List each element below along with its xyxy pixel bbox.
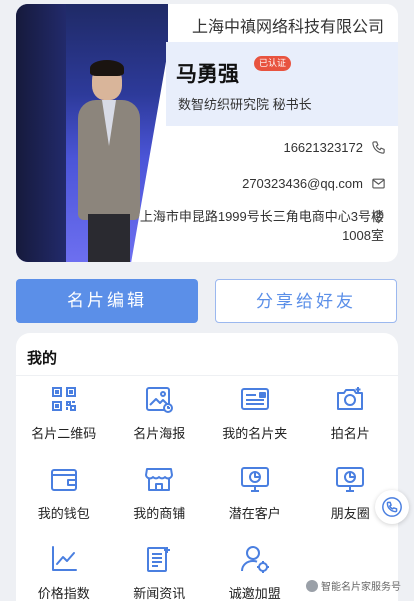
grid-item-scan-card[interactable]: 拍名片 bbox=[303, 383, 399, 443]
feature-grid: 名片二维码 名片海报 我的名片夹 拍名片 我的钱包 我的商铺 潜在客户 朋友圈 … bbox=[16, 383, 398, 601]
email-row[interactable]: 270323436@qq.com bbox=[242, 176, 386, 191]
phone-number: 16621323172 bbox=[283, 140, 363, 155]
divider bbox=[16, 375, 398, 376]
grid-item-label: 诚邀加盟 bbox=[228, 586, 281, 601]
grid-item-poster[interactable]: 名片海报 bbox=[112, 383, 208, 443]
mail-icon bbox=[372, 178, 385, 189]
news-icon bbox=[147, 547, 171, 572]
company-name: 上海中禛网络科技有限公司 bbox=[191, 19, 384, 36]
card-holder-icon bbox=[240, 388, 269, 410]
grid-item-label: 名片海报 bbox=[133, 426, 186, 441]
monitor-chart-icon bbox=[240, 467, 269, 492]
grid-item-wallet[interactable]: 我的钱包 bbox=[16, 463, 112, 523]
wechat-logo-icon bbox=[306, 579, 318, 592]
qr-code-icon bbox=[51, 387, 76, 411]
wallet-icon bbox=[50, 469, 77, 491]
grid-item-label: 朋友圈 bbox=[330, 506, 370, 521]
grid-item-label: 我的商铺 bbox=[133, 506, 186, 521]
phone-24h-icon bbox=[382, 497, 402, 517]
grid-item-qr-code[interactable]: 名片二维码 bbox=[16, 383, 112, 443]
grid-item-label: 我的名片夹 bbox=[222, 426, 288, 441]
email-address: 270323436@qq.com bbox=[242, 176, 363, 191]
watermark: 智能名片家服务号 bbox=[306, 578, 401, 593]
grid-item-card-holder[interactable]: 我的名片夹 bbox=[207, 383, 303, 443]
camera-icon bbox=[337, 387, 364, 410]
address[interactable]: 上海市申昆路1999号长三角电商中心3号楼1008室 bbox=[134, 207, 384, 245]
monitor-chart-icon bbox=[336, 467, 365, 492]
person-name: 马勇强 bbox=[176, 63, 239, 86]
shop-icon bbox=[145, 468, 174, 491]
watermark-text: 智能名片家服务号 bbox=[321, 582, 401, 593]
edit-card-button[interactable]: 名片编辑 bbox=[16, 279, 198, 323]
grid-item-join[interactable]: 诚邀加盟 bbox=[207, 543, 303, 601]
grid-item-label: 新闻资讯 bbox=[133, 586, 186, 601]
phone-24h-button[interactable] bbox=[375, 490, 409, 524]
phone-row[interactable]: 16621323172 bbox=[283, 140, 386, 155]
grid-item-news[interactable]: 新闻资讯 bbox=[112, 543, 208, 601]
panel-title: 我的 bbox=[27, 350, 58, 367]
poster-icon bbox=[146, 387, 174, 413]
grid-item-label: 我的钱包 bbox=[37, 506, 90, 521]
my-panel: 我的 名片二维码 名片海报 我的名片夹 拍名片 我的钱包 我的商铺 潜在客户 朋… bbox=[16, 333, 398, 601]
grid-item-label: 潜在客户 bbox=[228, 506, 281, 521]
verified-badge: 已认证 bbox=[254, 56, 292, 71]
phone-icon bbox=[372, 141, 385, 154]
grid-item-price-index[interactable]: 价格指数 bbox=[16, 543, 112, 601]
grid-item-potential-customers[interactable]: 潜在客户 bbox=[207, 463, 303, 523]
job-title: 数智纺织研究院 秘书长 bbox=[178, 97, 312, 112]
grid-item-label: 价格指数 bbox=[37, 586, 90, 601]
location-icon bbox=[373, 210, 384, 224]
grid-item-label: 名片二维码 bbox=[31, 426, 97, 441]
grid-item-shop[interactable]: 我的商铺 bbox=[112, 463, 208, 523]
user-gear-icon bbox=[240, 546, 269, 573]
share-button[interactable]: 分享给好友 bbox=[215, 279, 397, 323]
grid-item-label: 拍名片 bbox=[330, 426, 370, 441]
line-chart-icon bbox=[51, 546, 77, 571]
